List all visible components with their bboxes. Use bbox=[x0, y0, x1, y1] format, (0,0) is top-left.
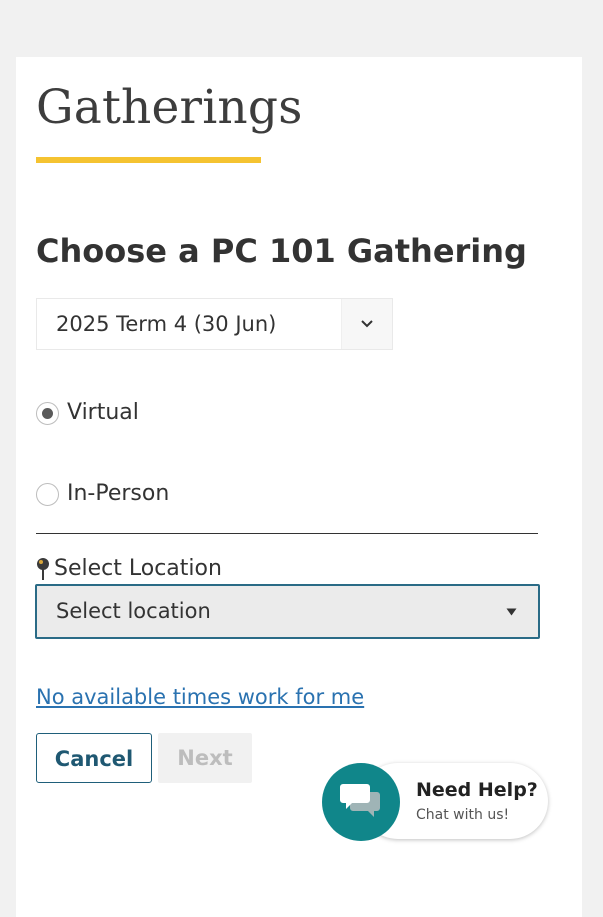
radio-button-in-person[interactable] bbox=[36, 482, 59, 506]
term-select-value: 2025 Term 4 (30 Jun) bbox=[56, 312, 277, 336]
next-button[interactable]: Next bbox=[158, 733, 252, 783]
map-pin-icon bbox=[36, 557, 50, 581]
caret-down-icon bbox=[506, 608, 517, 616]
chevron-down-icon bbox=[361, 320, 373, 328]
term-select[interactable]: 2025 Term 4 (30 Jun) bbox=[36, 298, 393, 350]
section-heading: Choose a PC 101 Gathering bbox=[36, 232, 527, 270]
section-divider bbox=[36, 533, 538, 534]
radio-option-virtual[interactable]: Virtual bbox=[36, 398, 139, 428]
location-field-label: Select Location bbox=[36, 555, 222, 583]
cancel-button[interactable]: Cancel bbox=[36, 733, 152, 783]
chat-button[interactable] bbox=[322, 763, 400, 841]
term-select-toggle[interactable] bbox=[341, 299, 392, 349]
radio-option-in-person[interactable]: In-Person bbox=[36, 479, 169, 509]
location-label: Select Location bbox=[54, 556, 222, 581]
chat-help-widget[interactable]: Need Help? Chat with us! bbox=[322, 763, 548, 841]
radio-label-virtual: Virtual bbox=[67, 400, 139, 425]
chat-bubbles-icon bbox=[340, 784, 380, 817]
chat-help-subtitle: Chat with us! bbox=[416, 807, 510, 823]
title-underline bbox=[36, 157, 261, 163]
location-select-value: Select location bbox=[56, 599, 211, 623]
chat-help-title: Need Help? bbox=[416, 779, 538, 801]
radio-label-in-person: In-Person bbox=[67, 481, 170, 506]
page-title: Gatherings bbox=[36, 80, 303, 135]
radio-button-virtual[interactable] bbox=[36, 401, 59, 425]
no-available-times-link[interactable]: No available times work for me bbox=[36, 682, 364, 712]
location-select[interactable]: Select location bbox=[35, 584, 540, 639]
